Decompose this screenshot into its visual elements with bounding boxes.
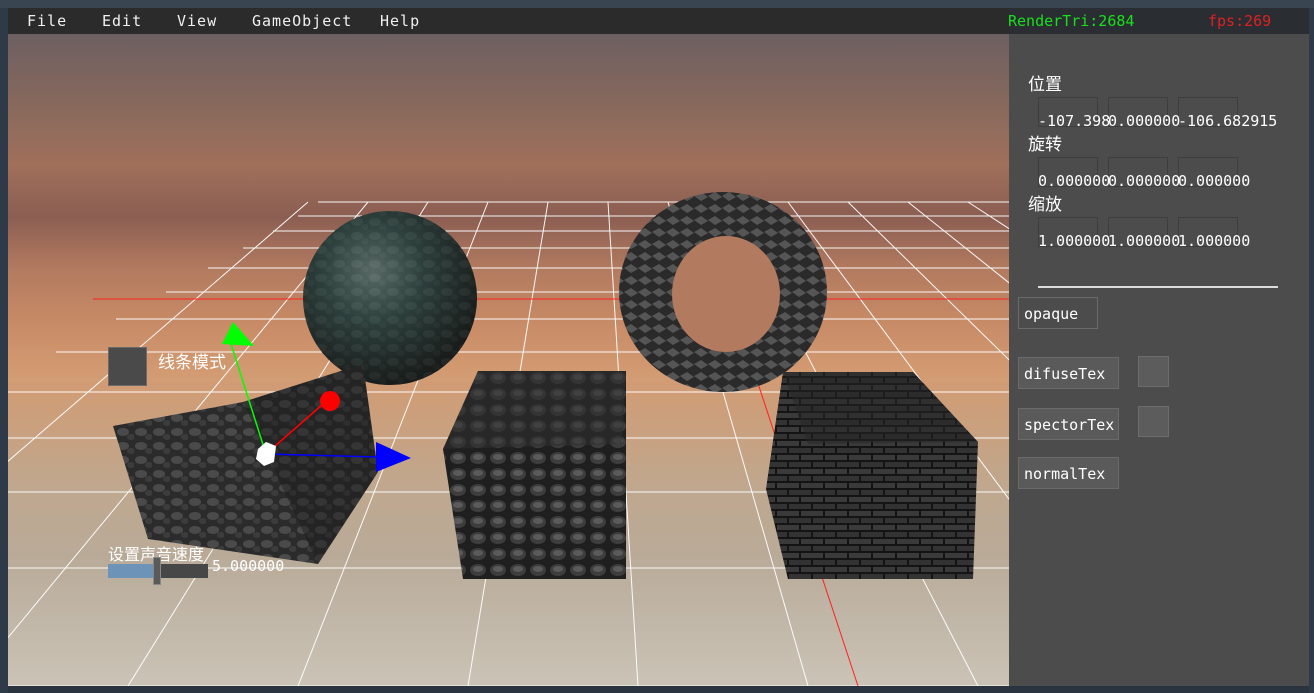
rotation-label: 旋转 bbox=[1028, 135, 1062, 155]
sphere-object[interactable] bbox=[303, 211, 477, 385]
menu-file[interactable]: File bbox=[27, 12, 67, 30]
scale-label: 缩放 bbox=[1028, 195, 1062, 215]
window-bottom-edge bbox=[8, 686, 1309, 693]
rotation-z-value: 0.000000 bbox=[1178, 172, 1251, 190]
torus-object[interactable] bbox=[619, 192, 827, 392]
window-left-edge bbox=[0, 8, 8, 693]
window-top-strip bbox=[0, 0, 1314, 8]
scale-cube-object[interactable] bbox=[443, 371, 626, 579]
position-z-value: -106.682915 bbox=[1178, 112, 1278, 130]
menu-edit[interactable]: Edit bbox=[102, 12, 142, 30]
rock-cube-object[interactable] bbox=[113, 364, 378, 564]
scene-viewport[interactable]: 线条模式 设置声音速度 5.000000 bbox=[8, 34, 1009, 686]
rotation-x-value: 0.000000 bbox=[1038, 172, 1111, 190]
sound-speed-value: 5.000000 bbox=[212, 557, 285, 575]
wireframe-toggle[interactable] bbox=[108, 347, 147, 386]
fps-counter: fps:269 bbox=[1208, 12, 1272, 30]
menu-bar: File Edit View GameObject Help bbox=[8, 8, 1009, 34]
position-label: 位置 bbox=[1028, 75, 1062, 95]
diffuse-tex-button[interactable]: difuseTex bbox=[1018, 357, 1119, 389]
inspector-panel: 位置 -107.398 0.000000 -106.682915 旋转 0.00… bbox=[1009, 34, 1309, 686]
app-window: File Edit View GameObject Help RenderTri… bbox=[0, 0, 1314, 693]
scale-x-value: 1.000000 bbox=[1038, 232, 1111, 250]
render-mode-button[interactable]: opaque bbox=[1018, 297, 1098, 329]
window-right-edge bbox=[1309, 8, 1314, 693]
menu-help[interactable]: Help bbox=[380, 12, 420, 30]
position-y-value: 0.000000 bbox=[1108, 112, 1181, 130]
scale-y-value: 1.000000 bbox=[1108, 232, 1181, 250]
position-x-value: -107.398 bbox=[1038, 112, 1111, 130]
menu-gameobject[interactable]: GameObject bbox=[252, 12, 352, 30]
scale-z-value: 1.000000 bbox=[1178, 232, 1251, 250]
sound-speed-slider-fill bbox=[108, 564, 158, 578]
brick-cube-object[interactable] bbox=[766, 372, 978, 579]
sound-speed-slider-thumb[interactable] bbox=[153, 557, 161, 585]
specular-tex-swatch[interactable] bbox=[1138, 406, 1169, 437]
inspector-divider bbox=[1038, 286, 1278, 288]
render-triangle-count: RenderTri:2684 bbox=[1008, 12, 1135, 30]
diffuse-tex-swatch[interactable] bbox=[1138, 356, 1169, 387]
normal-tex-button[interactable]: normalTex bbox=[1018, 457, 1119, 489]
rotation-y-value: 0.000000 bbox=[1108, 172, 1181, 190]
menu-view[interactable]: View bbox=[177, 12, 217, 30]
specular-tex-button[interactable]: spectorTex bbox=[1018, 408, 1119, 440]
wireframe-label: 线条模式 bbox=[158, 353, 226, 373]
